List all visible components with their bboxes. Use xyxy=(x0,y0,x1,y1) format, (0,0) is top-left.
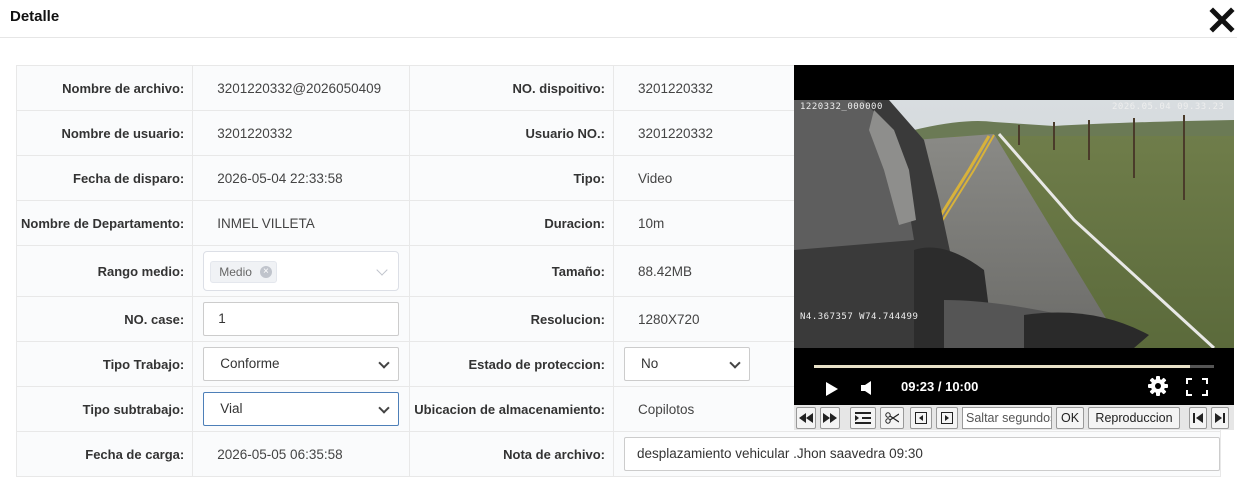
usuario-no-label: Usuario NO.: xyxy=(409,110,614,156)
ok-button[interactable]: OK xyxy=(1056,407,1084,429)
fecha-disparo-label: Fecha de disparo: xyxy=(15,155,194,201)
tipo-trabajo-label: Tipo Trabajo: xyxy=(15,341,194,387)
list-indent-icon[interactable] xyxy=(850,407,876,429)
estado-proteccion-value: No xyxy=(640,356,659,371)
tipo-trabajo-cell: Conforme xyxy=(192,341,411,387)
osd-device-id: 1220332_000000 xyxy=(800,102,883,112)
settings-gear-icon[interactable] xyxy=(1148,376,1168,401)
progress-bar[interactable] xyxy=(814,365,1214,368)
no-case-label: NO. case: xyxy=(15,296,194,342)
playback-toolbar: Saltar segundos OK Reproduccion xyxy=(794,405,1234,430)
rango-medio-label: Rango medio: xyxy=(15,245,194,297)
nombre-usuario-value: 3201220332 xyxy=(192,110,411,156)
tipo-subtrabajo-label: Tipo subtrabajo: xyxy=(15,386,194,432)
fecha-carga-value: 2026-05-05 06:35:58 xyxy=(192,431,411,477)
nombre-archivo-label: Nombre de archivo: xyxy=(15,65,194,111)
close-icon[interactable] xyxy=(1209,7,1235,33)
prev-frame-icon[interactable] xyxy=(910,407,932,429)
tipo-subtrabajo-cell: Vial xyxy=(192,386,411,432)
rewind-icon[interactable] xyxy=(796,407,816,429)
volume-icon[interactable] xyxy=(860,380,874,401)
video-frame[interactable]: 1220332_000000 2026.05.04 09.33.23 N4.36… xyxy=(794,100,1234,348)
progress-fill xyxy=(814,365,1190,368)
fast-forward-icon[interactable] xyxy=(820,407,840,429)
dialog-title: Detalle xyxy=(10,8,60,25)
tipo-trabajo-value: Conforme xyxy=(220,356,280,371)
tag-remove-icon[interactable]: × xyxy=(259,266,272,278)
playback-button[interactable]: Reproduccion xyxy=(1088,407,1180,429)
video-player[interactable]: 1220332_000000 2026.05.04 09.33.23 N4.36… xyxy=(794,65,1234,430)
skip-start-icon[interactable] xyxy=(1189,407,1207,429)
tamano-label: Tamaño: xyxy=(409,245,614,297)
osd-datetime: 2026.05.04 09.33.23 xyxy=(1112,102,1225,112)
fullscreen-icon[interactable] xyxy=(1186,378,1208,401)
chevron-down-icon xyxy=(376,264,388,276)
resolucion-label: Resolucion: xyxy=(409,296,614,342)
estado-proteccion-select[interactable]: No xyxy=(623,347,750,381)
tipo-subtrabajo-select[interactable]: Vial xyxy=(203,392,400,426)
nota-input[interactable]: desplazamiento vehicular .Jhon saavedra … xyxy=(623,437,1220,471)
duracion-label: Duracion: xyxy=(409,200,614,246)
tipo-subtrabajo-value: Vial xyxy=(220,401,243,416)
dialog-header: Detalle xyxy=(0,0,1237,38)
nombre-archivo-value: 3201220332@2026050409 xyxy=(192,65,411,111)
nombre-usuario-label: Nombre de usuario: xyxy=(15,110,194,156)
departamento-value: INMEL VILLETA xyxy=(192,200,411,246)
time-display: 09:23 / 10:00 xyxy=(901,379,979,394)
departamento-label: Nombre de Departamento: xyxy=(15,200,194,246)
skip-end-icon[interactable] xyxy=(1211,407,1229,429)
jump-seconds-input[interactable]: Saltar segundos xyxy=(962,407,1052,429)
tipo-trabajo-select[interactable]: Conforme xyxy=(203,347,400,381)
no-dispositivo-label: NO. dispoitivo: xyxy=(409,65,614,111)
chevron-down-icon xyxy=(729,357,741,369)
osd-gps: N4.367357 W74.744499 xyxy=(800,312,919,322)
fecha-carga-label: Fecha de carga: xyxy=(15,431,194,477)
chevron-down-icon xyxy=(378,402,390,414)
rango-medio-tag: Medio × xyxy=(210,261,277,283)
tipo-label: Tipo: xyxy=(409,155,614,201)
rango-medio-tag-label: Medio xyxy=(219,265,252,279)
rango-medio-select[interactable]: Medio × xyxy=(203,251,400,291)
nota-label: Nota de archivo: xyxy=(409,431,614,477)
fecha-disparo-value: 2026-05-04 22:33:58 xyxy=(192,155,411,201)
video-scene-image xyxy=(794,100,1234,348)
rango-medio-cell: Medio × xyxy=(192,245,411,297)
chevron-down-icon xyxy=(378,357,390,369)
scissors-icon[interactable] xyxy=(880,407,904,429)
no-case-input[interactable]: 1 xyxy=(203,302,400,336)
next-frame-icon[interactable] xyxy=(936,407,958,429)
play-icon[interactable] xyxy=(825,381,839,402)
ubicacion-label: Ubicacion de almacenamiento: xyxy=(409,386,614,432)
nota-cell: desplazamiento vehicular .Jhon saavedra … xyxy=(612,431,1221,477)
estado-proteccion-label: Estado de proteccion: xyxy=(409,341,614,387)
no-case-cell: 1 xyxy=(192,296,411,342)
